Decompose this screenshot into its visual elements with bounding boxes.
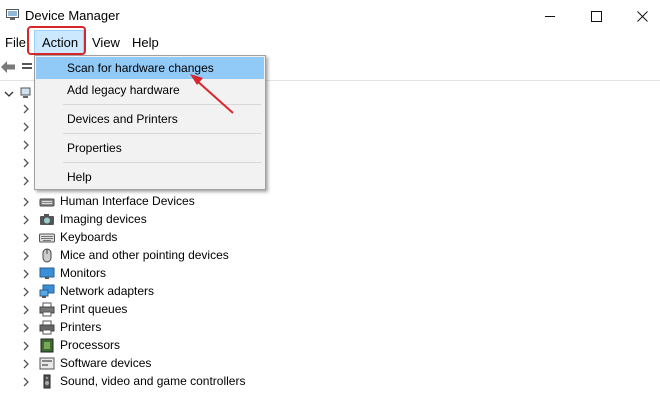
tree-item-label: Printers bbox=[60, 320, 102, 334]
hid-icon bbox=[39, 198, 55, 207]
chevron-right-icon[interactable] bbox=[22, 140, 30, 150]
tree-item-sound-video-game[interactable]: Sound, video and game controllers bbox=[0, 373, 400, 391]
tree-item-label: Network adapters bbox=[60, 284, 155, 298]
device-manager-icon bbox=[6, 9, 19, 20]
title-bar: Device Manager bbox=[0, 0, 660, 32]
tree-item-human-interface-devices[interactable]: Human Interface Devices bbox=[0, 193, 400, 211]
chevron-right-icon[interactable] bbox=[22, 197, 30, 207]
menu-item-help[interactable]: Help bbox=[36, 166, 264, 188]
tree-item-label: Mice and other pointing devices bbox=[60, 248, 229, 262]
menu-item-label: Properties bbox=[67, 141, 122, 155]
camera-icon bbox=[40, 214, 54, 225]
menu-item-properties[interactable]: Properties bbox=[36, 137, 264, 159]
tree-item-mice[interactable]: Mice and other pointing devices bbox=[0, 247, 400, 265]
tree-item-label: Processors bbox=[60, 338, 121, 352]
minimize-button[interactable] bbox=[527, 0, 573, 32]
chevron-right-icon[interactable] bbox=[22, 251, 30, 261]
keyboard-icon bbox=[39, 233, 55, 243]
chevron-down-icon[interactable] bbox=[4, 90, 14, 98]
menu-item-label: Help bbox=[67, 170, 92, 184]
action-dropdown-menu: Scan for hardware changes Add legacy har… bbox=[34, 55, 266, 190]
toolbar-properties-icon[interactable] bbox=[22, 60, 32, 74]
network-icon bbox=[39, 284, 55, 298]
menu-bar: File Action View Help bbox=[0, 32, 660, 52]
chevron-right-icon[interactable] bbox=[22, 122, 30, 132]
chevron-right-icon[interactable] bbox=[22, 341, 30, 351]
chevron-right-icon[interactable] bbox=[22, 158, 30, 168]
speaker-icon bbox=[43, 374, 51, 389]
tree-item-processors[interactable]: Processors bbox=[0, 337, 400, 355]
window-title: Device Manager bbox=[25, 8, 120, 23]
menu-item-devices-and-printers[interactable]: Devices and Printers bbox=[36, 108, 264, 130]
tree-item-label: Print queues bbox=[60, 302, 128, 316]
chevron-right-icon[interactable] bbox=[22, 287, 30, 297]
tree-item-label: Human Interface Devices bbox=[60, 194, 195, 208]
tree-item-print-queues[interactable]: Print queues bbox=[0, 301, 400, 319]
mouse-icon bbox=[42, 248, 52, 263]
menu-view[interactable]: View bbox=[92, 35, 120, 50]
chevron-right-icon[interactable] bbox=[22, 215, 30, 225]
tree-item-label: Monitors bbox=[60, 266, 107, 280]
chevron-right-icon[interactable] bbox=[22, 323, 30, 333]
menu-separator bbox=[63, 133, 261, 134]
tree-item-label: Keyboards bbox=[60, 230, 118, 244]
chevron-right-icon[interactable] bbox=[22, 359, 30, 369]
back-arrow-icon[interactable] bbox=[0, 60, 16, 74]
menu-separator bbox=[63, 162, 261, 163]
close-icon bbox=[637, 11, 648, 22]
close-button[interactable] bbox=[619, 0, 660, 32]
menu-file[interactable]: File bbox=[5, 35, 26, 50]
tree-item-label: Sound, video and game controllers bbox=[60, 374, 246, 388]
tree-item-label: Software devices bbox=[60, 356, 152, 370]
maximize-button[interactable] bbox=[573, 0, 619, 32]
print-queue-icon bbox=[39, 302, 55, 317]
chevron-right-icon[interactable] bbox=[22, 269, 30, 279]
chevron-right-icon[interactable] bbox=[22, 104, 30, 114]
monitor-icon bbox=[39, 267, 55, 279]
tree-item-monitors[interactable]: Monitors bbox=[0, 265, 400, 283]
menu-item-scan-hardware-changes[interactable]: Scan for hardware changes bbox=[36, 57, 264, 79]
annotation-highlight-box bbox=[27, 26, 86, 55]
printer-icon bbox=[39, 320, 55, 335]
chevron-right-icon[interactable] bbox=[22, 233, 30, 243]
chevron-right-icon[interactable] bbox=[22, 305, 30, 315]
menu-help[interactable]: Help bbox=[132, 35, 159, 50]
chevron-right-icon[interactable] bbox=[22, 176, 30, 186]
menu-separator bbox=[63, 104, 261, 105]
tree-item-imaging-devices[interactable]: Imaging devices bbox=[0, 211, 400, 229]
software-device-icon bbox=[39, 357, 55, 370]
processor-icon bbox=[40, 338, 54, 353]
menu-item-label: Devices and Printers bbox=[67, 112, 178, 126]
menu-item-label: Scan for hardware changes bbox=[67, 61, 214, 75]
tree-item-keyboards[interactable]: Keyboards bbox=[0, 229, 400, 247]
chevron-right-icon[interactable] bbox=[22, 377, 30, 387]
menu-item-add-legacy-hardware[interactable]: Add legacy hardware bbox=[36, 79, 264, 101]
tree-item-network-adapters[interactable]: Network adapters bbox=[0, 283, 400, 301]
tree-item-label: Imaging devices bbox=[60, 212, 147, 226]
tree-item-software-devices[interactable]: Software devices bbox=[0, 355, 400, 373]
menu-item-label: Add legacy hardware bbox=[67, 83, 180, 97]
tree-item-printers[interactable]: Printers bbox=[0, 319, 400, 337]
computer-icon bbox=[20, 87, 31, 98]
